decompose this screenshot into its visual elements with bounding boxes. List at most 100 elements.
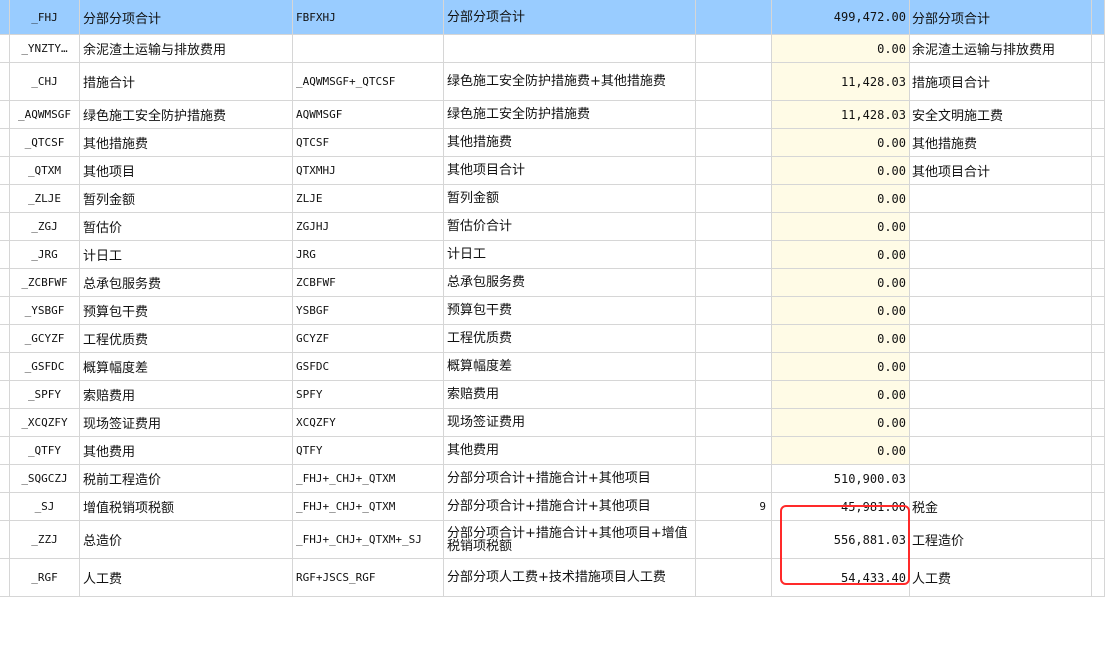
table-row[interactable]: _AQWMSGF 绿色施工安全防护措施费 AQWMSGF 绿色施工安全防护措施费 11,…: [0, 101, 1105, 129]
table-row[interactable]: _XCQZFY 现场签证费用 XCQZFY 现场签证费用 0.00: [0, 409, 1105, 437]
table-row[interactable]: _ZCBFWF 总承包服务费 ZCBFWF 总承包服务费 0.00: [0, 269, 1105, 297]
base-cell[interactable]: XCQZFY: [293, 409, 444, 436]
name-cell[interactable]: 现场签证费用: [80, 409, 293, 436]
row-selector[interactable]: [0, 63, 10, 100]
base-cell[interactable]: QTCSF: [293, 129, 444, 156]
rate-cell[interactable]: [696, 437, 772, 464]
table-row[interactable]: _FHJ 分部分项合计 FBFXHJ 分部分项合计 499,472.00 分部分项合计: [0, 0, 1105, 35]
category-cell[interactable]: [910, 213, 1092, 240]
desc-cell[interactable]: 总承包服务费: [444, 269, 696, 296]
category-cell[interactable]: 人工费: [910, 559, 1092, 596]
name-cell[interactable]: 其他费用: [80, 437, 293, 464]
name-cell[interactable]: 余泥渣土运输与排放费用: [80, 35, 293, 62]
amount-cell[interactable]: 0.00: [772, 297, 910, 324]
code-cell[interactable]: _GSFDC: [10, 353, 80, 380]
rate-cell[interactable]: [696, 269, 772, 296]
table-row[interactable]: _JRG 计日工 JRG 计日工 0.00: [0, 241, 1105, 269]
amount-cell[interactable]: 499,472.00: [772, 0, 910, 34]
rate-cell[interactable]: [696, 101, 772, 128]
rate-cell[interactable]: [696, 325, 772, 352]
category-cell[interactable]: [910, 297, 1092, 324]
desc-cell[interactable]: 工程优质费: [444, 325, 696, 352]
code-cell[interactable]: _SPFY: [10, 381, 80, 408]
table-row[interactable]: _YNZTY… 余泥渣土运输与排放费用 0.00 余泥渣土运输与排放费用: [0, 35, 1105, 63]
table-row[interactable]: _ZGJ 暂估价 ZGJHJ 暂估价合计 0.00: [0, 213, 1105, 241]
amount-cell[interactable]: 0.00: [772, 381, 910, 408]
desc-cell[interactable]: 计日工: [444, 241, 696, 268]
code-cell[interactable]: _ZLJE: [10, 185, 80, 212]
name-cell[interactable]: 税前工程造价: [80, 465, 293, 492]
rate-cell[interactable]: 9: [696, 493, 772, 520]
base-cell[interactable]: ZLJE: [293, 185, 444, 212]
name-cell[interactable]: 概算幅度差: [80, 353, 293, 380]
table-row[interactable]: _ZLJE 暂列金额 ZLJE 暂列金额 0.00: [0, 185, 1105, 213]
base-cell[interactable]: GSFDC: [293, 353, 444, 380]
rate-cell[interactable]: [696, 297, 772, 324]
base-cell[interactable]: JRG: [293, 241, 444, 268]
name-cell[interactable]: 暂估价: [80, 213, 293, 240]
desc-cell[interactable]: 其他措施费: [444, 129, 696, 156]
name-cell[interactable]: 工程优质费: [80, 325, 293, 352]
category-cell[interactable]: 工程造价: [910, 521, 1092, 558]
name-cell[interactable]: 总承包服务费: [80, 269, 293, 296]
amount-cell[interactable]: 0.00: [772, 129, 910, 156]
name-cell[interactable]: 其他措施费: [80, 129, 293, 156]
row-selector[interactable]: [0, 325, 10, 352]
rate-cell[interactable]: [696, 381, 772, 408]
amount-cell[interactable]: 0.00: [772, 157, 910, 184]
name-cell[interactable]: 措施合计: [80, 63, 293, 100]
category-cell[interactable]: 分部分项合计: [910, 0, 1092, 34]
desc-cell[interactable]: 其他项目合计: [444, 157, 696, 184]
base-cell[interactable]: _FHJ+_CHJ+_QTXM: [293, 465, 444, 492]
row-selector[interactable]: [0, 157, 10, 184]
desc-cell[interactable]: 绿色施工安全防护措施费+其他措施费: [444, 63, 696, 100]
amount-cell[interactable]: 45,981.00: [772, 493, 910, 520]
row-selector[interactable]: [0, 465, 10, 492]
code-cell[interactable]: _YNZTY…: [10, 35, 80, 62]
desc-cell[interactable]: 分部分项合计+措施合计+其他项目: [444, 465, 696, 492]
base-cell[interactable]: SPFY: [293, 381, 444, 408]
row-selector[interactable]: [0, 559, 10, 596]
base-cell[interactable]: _FHJ+_CHJ+_QTXM: [293, 493, 444, 520]
code-cell[interactable]: _ZZJ: [10, 521, 80, 558]
category-cell[interactable]: [910, 465, 1092, 492]
desc-cell[interactable]: 分部分项人工费+技术措施项目人工费: [444, 559, 696, 596]
desc-cell[interactable]: 绿色施工安全防护措施费: [444, 101, 696, 128]
base-cell[interactable]: FBFXHJ: [293, 0, 444, 34]
row-selector[interactable]: [0, 297, 10, 324]
name-cell[interactable]: 总造价: [80, 521, 293, 558]
table-row[interactable]: _QTXM 其他项目 QTXMHJ 其他项目合计 0.00 其他项目合计: [0, 157, 1105, 185]
table-row[interactable]: _YSBGF 预算包干费 YSBGF 预算包干费 0.00: [0, 297, 1105, 325]
category-cell[interactable]: 余泥渣土运输与排放费用: [910, 35, 1092, 62]
rate-cell[interactable]: [696, 465, 772, 492]
table-row[interactable]: _SJ 增值税销项税额 _FHJ+_CHJ+_QTXM 分部分项合计+措施合计+其他项…: [0, 493, 1105, 521]
amount-cell[interactable]: 0.00: [772, 353, 910, 380]
rate-cell[interactable]: [696, 129, 772, 156]
amount-cell[interactable]: 0.00: [772, 241, 910, 268]
desc-cell[interactable]: 预算包干费: [444, 297, 696, 324]
row-selector[interactable]: [0, 521, 10, 558]
code-cell[interactable]: _AQWMSGF: [10, 101, 80, 128]
row-selector[interactable]: [0, 241, 10, 268]
code-cell[interactable]: _YSBGF: [10, 297, 80, 324]
base-cell[interactable]: ZCBFWF: [293, 269, 444, 296]
row-selector[interactable]: [0, 101, 10, 128]
category-cell[interactable]: [910, 409, 1092, 436]
category-cell[interactable]: 税金: [910, 493, 1092, 520]
row-selector[interactable]: [0, 269, 10, 296]
category-cell[interactable]: 其他项目合计: [910, 157, 1092, 184]
base-cell[interactable]: AQWMSGF: [293, 101, 444, 128]
category-cell[interactable]: 措施项目合计: [910, 63, 1092, 100]
amount-cell[interactable]: 0.00: [772, 409, 910, 436]
rate-cell[interactable]: [696, 185, 772, 212]
name-cell[interactable]: 索赔费用: [80, 381, 293, 408]
desc-cell[interactable]: 分部分项合计+措施合计+其他项目: [444, 493, 696, 520]
code-cell[interactable]: _ZGJ: [10, 213, 80, 240]
table-row[interactable]: _GSFDC 概算幅度差 GSFDC 概算幅度差 0.00: [0, 353, 1105, 381]
rate-cell[interactable]: [696, 353, 772, 380]
category-cell[interactable]: 其他措施费: [910, 129, 1092, 156]
row-selector[interactable]: [0, 213, 10, 240]
code-cell[interactable]: _GCYZF: [10, 325, 80, 352]
desc-cell[interactable]: 暂列金额: [444, 185, 696, 212]
category-cell[interactable]: [910, 269, 1092, 296]
